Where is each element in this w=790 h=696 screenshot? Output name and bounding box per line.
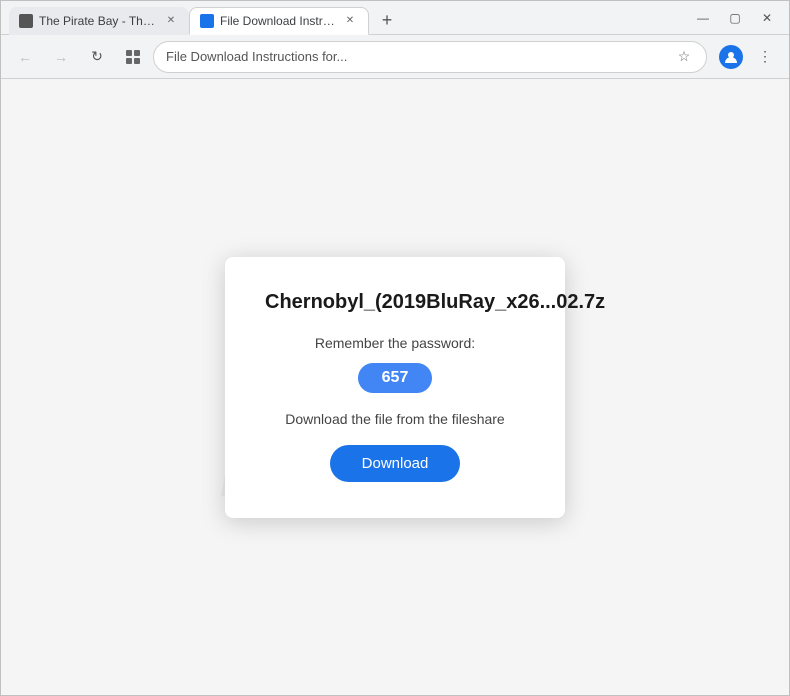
extensions-button[interactable] [117,41,149,73]
pirate-bay-favicon [19,14,33,28]
bookmark-icon[interactable]: ☆ [674,47,694,67]
dialog-remember-label: Remember the password: [265,335,525,351]
password-badge: 657 [358,363,433,393]
file-download-favicon [200,14,214,28]
browser-window: The Pirate Bay - The galaxy's m... ✕ Fil… [0,0,790,696]
profile-button[interactable] [715,41,747,73]
window-controls: — ▢ ✕ [689,4,781,32]
tab-file-download-close[interactable]: ✕ [342,13,358,29]
back-button[interactable]: ← [9,41,41,73]
new-tab-button[interactable]: + [373,7,401,35]
address-right-icons: ☆ [674,47,694,67]
page-content: FISH.LTD Chernobyl_(2019BluRay_x26...02.… [1,79,789,695]
tab-file-download-title: File Download Instructions for... [220,14,336,28]
avatar [719,45,743,69]
title-bar: The Pirate Bay - The galaxy's m... ✕ Fil… [1,1,789,35]
tab-pirate-bay[interactable]: The Pirate Bay - The galaxy's m... ✕ [9,7,189,35]
tab-pirate-bay-title: The Pirate Bay - The galaxy's m... [39,14,157,28]
refresh-button[interactable]: ↻ [81,41,113,73]
dialog-card: Chernobyl_(2019BluRay_x26...02.7z Rememb… [225,257,565,518]
maximize-button[interactable]: ▢ [721,4,749,32]
address-bar-text: File Download Instructions for... [166,49,668,64]
forward-button[interactable]: → [45,41,77,73]
tab-bar: The Pirate Bay - The galaxy's m... ✕ Fil… [9,1,685,35]
address-bar[interactable]: File Download Instructions for... ☆ [153,41,707,73]
browser-menu-icons: ⋮ [715,41,781,73]
download-button[interactable]: Download [330,445,461,482]
tab-file-download[interactable]: File Download Instructions for... ✕ [189,7,369,35]
nav-bar: ← → ↻ File Download Instructions for... … [1,35,789,79]
minimize-button[interactable]: — [689,4,717,32]
tab-pirate-bay-close[interactable]: ✕ [163,13,179,29]
dialog-title: Chernobyl_(2019BluRay_x26...02.7z [265,289,525,315]
close-button[interactable]: ✕ [753,4,781,32]
dialog-instruction: Download the file from the fileshare [265,411,525,427]
more-options-button[interactable]: ⋮ [749,41,781,73]
